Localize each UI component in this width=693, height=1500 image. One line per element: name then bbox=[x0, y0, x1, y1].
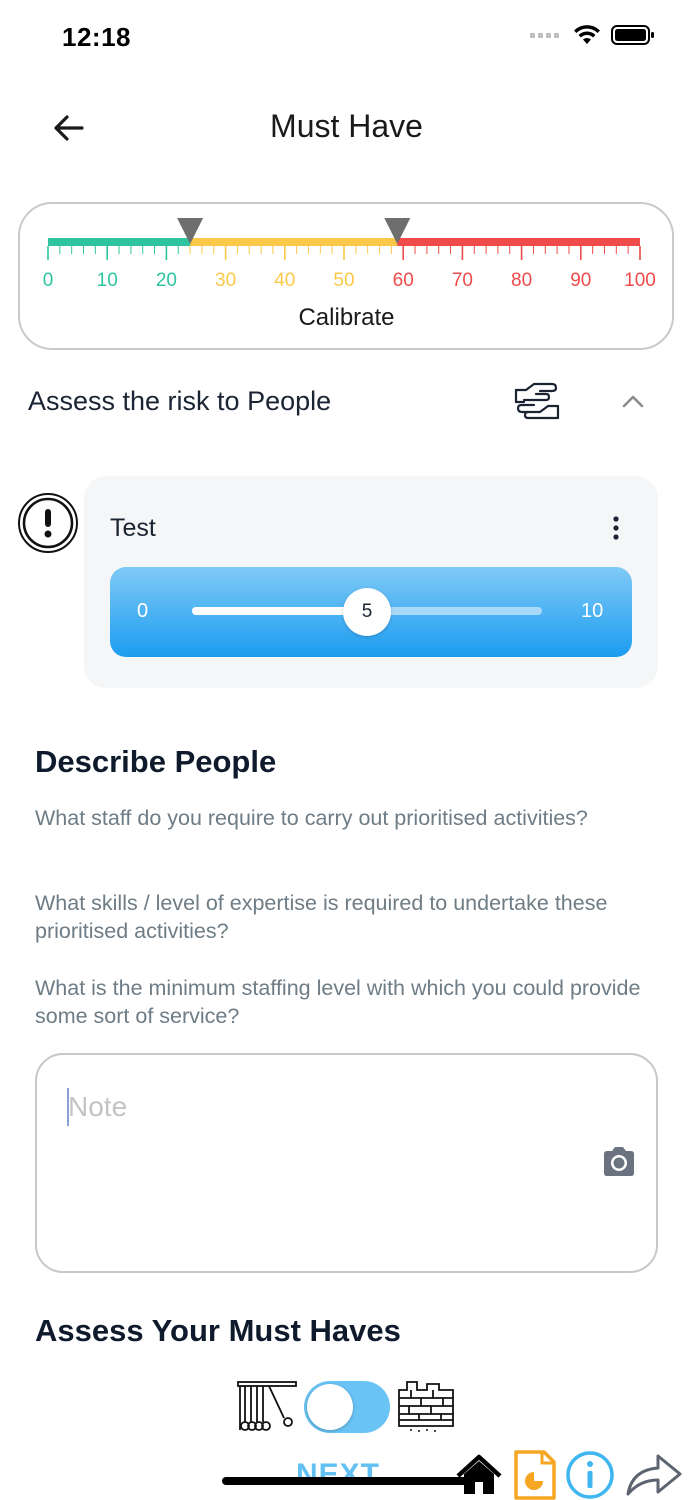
scale-segment bbox=[48, 238, 191, 246]
scale-tick-label: 10 bbox=[97, 270, 118, 291]
scale-tick-label: 0 bbox=[43, 270, 54, 291]
slider-value: 5 bbox=[361, 601, 373, 622]
slider-thumb[interactable]: 5 bbox=[343, 588, 391, 636]
signal-icon bbox=[530, 32, 559, 38]
scale-tick-label: 60 bbox=[393, 270, 414, 291]
scale-tick-label: 30 bbox=[215, 270, 236, 291]
describe-title: Describe People bbox=[35, 744, 277, 779]
wifi-icon bbox=[574, 25, 600, 44]
more-options-icon[interactable] bbox=[606, 514, 626, 542]
calibrate-label: Calibrate bbox=[298, 304, 395, 331]
share-arrow-icon[interactable] bbox=[624, 1452, 684, 1498]
chevron-up-icon[interactable] bbox=[620, 390, 646, 412]
risk-section-title: Assess the risk to People bbox=[28, 386, 332, 416]
camera-icon[interactable] bbox=[600, 1145, 638, 1179]
note-input[interactable] bbox=[68, 1086, 568, 1128]
question-text: What staff do you require to carry out p… bbox=[35, 806, 588, 830]
toggle-knob bbox=[307, 1384, 353, 1430]
scale-tick-label: 90 bbox=[570, 270, 591, 291]
must-haves-title: Assess Your Must Haves bbox=[35, 1313, 401, 1348]
status-time: 12:18 bbox=[62, 22, 131, 52]
report-icon[interactable] bbox=[512, 1450, 558, 1500]
home-indicator bbox=[222, 1477, 470, 1485]
home-icon[interactable] bbox=[456, 1454, 502, 1496]
next-button[interactable]: NEXT bbox=[296, 1458, 380, 1492]
slider-fill bbox=[192, 607, 367, 615]
risk-item-title: Test bbox=[110, 514, 156, 542]
scale-tick-label: 80 bbox=[511, 270, 532, 291]
scale-tick-label: 50 bbox=[333, 270, 354, 291]
scale-segment bbox=[190, 238, 398, 246]
hands-icon bbox=[514, 382, 560, 420]
calibration-scale: 0 10 20 30 40 50 60 70 80 90 100 bbox=[43, 218, 656, 291]
slider-max-label: 10 bbox=[581, 600, 604, 622]
scale-tick-label: 100 bbox=[624, 270, 656, 291]
info-icon[interactable] bbox=[565, 1450, 615, 1500]
page-title: Must Have bbox=[270, 108, 423, 144]
battery-icon bbox=[611, 25, 654, 45]
alert-icon bbox=[18, 493, 78, 553]
question-text: What is the minimum staffing level with … bbox=[35, 976, 641, 1028]
newtons-cradle-icon bbox=[237, 1381, 297, 1431]
scale-tick-label: 70 bbox=[452, 270, 473, 291]
scale-tick-label: 40 bbox=[274, 270, 295, 291]
brick-wall-icon bbox=[398, 1381, 454, 1432]
scale-segment bbox=[397, 238, 640, 246]
question-text: What skills / level of expertise is requ… bbox=[35, 891, 608, 943]
status-icons bbox=[530, 24, 655, 46]
scale-tick-label: 20 bbox=[156, 270, 177, 291]
slider-min-label: 0 bbox=[137, 600, 149, 622]
